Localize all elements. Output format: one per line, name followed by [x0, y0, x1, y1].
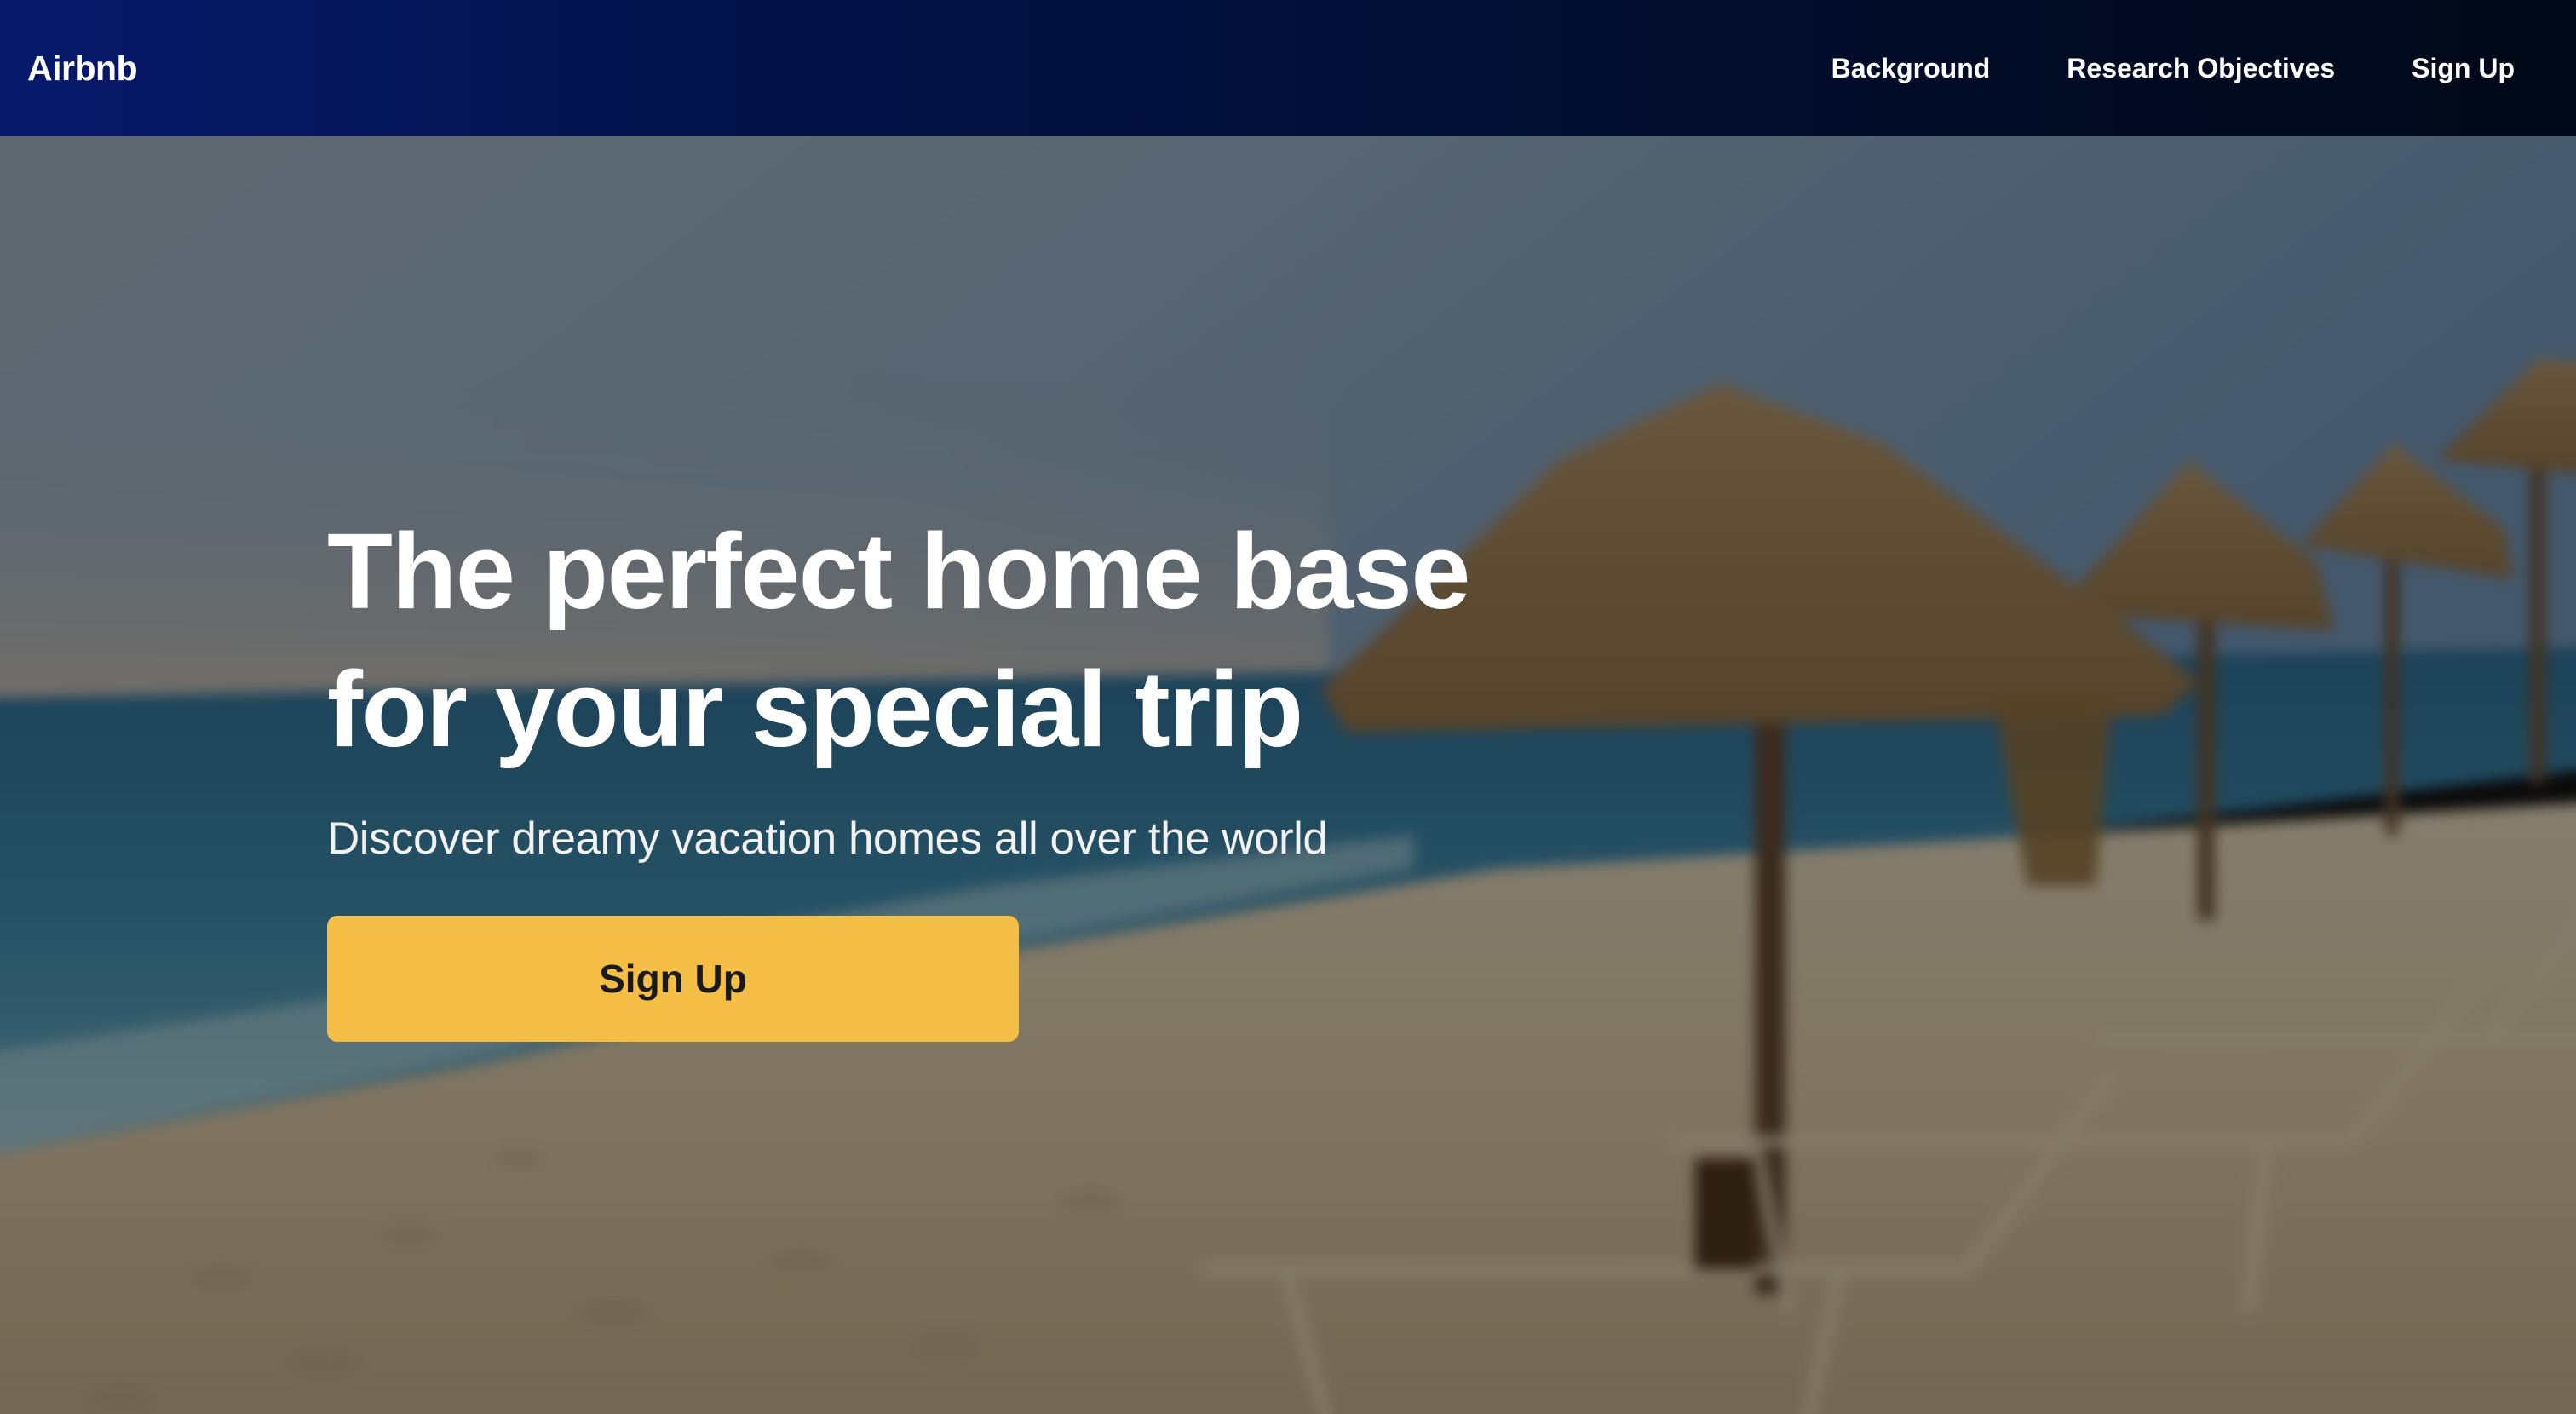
nav-link-research-objectives[interactable]: Research Objectives — [2067, 53, 2335, 84]
nav-link-sign-up[interactable]: Sign Up — [2412, 53, 2515, 84]
hero-sign-up-button[interactable]: Sign Up — [327, 916, 1019, 1042]
hero-section: The perfect home base for your special t… — [0, 136, 2576, 1414]
landing-page: Airbnb Background Research Objectives Si… — [0, 0, 2576, 1414]
nav-links: Background Research Objectives Sign Up — [1755, 53, 2515, 84]
top-navbar: Airbnb Background Research Objectives Si… — [0, 0, 2576, 136]
hero-subheadline: Discover dreamy vacation homes all over … — [327, 813, 1328, 864]
nav-link-background[interactable]: Background — [1831, 53, 1991, 84]
hero-content: The perfect home base for your special t… — [327, 503, 1775, 1042]
brand-logo[interactable]: Airbnb — [27, 49, 138, 89]
hero-headline: The perfect home base for your special t… — [327, 511, 1470, 769]
